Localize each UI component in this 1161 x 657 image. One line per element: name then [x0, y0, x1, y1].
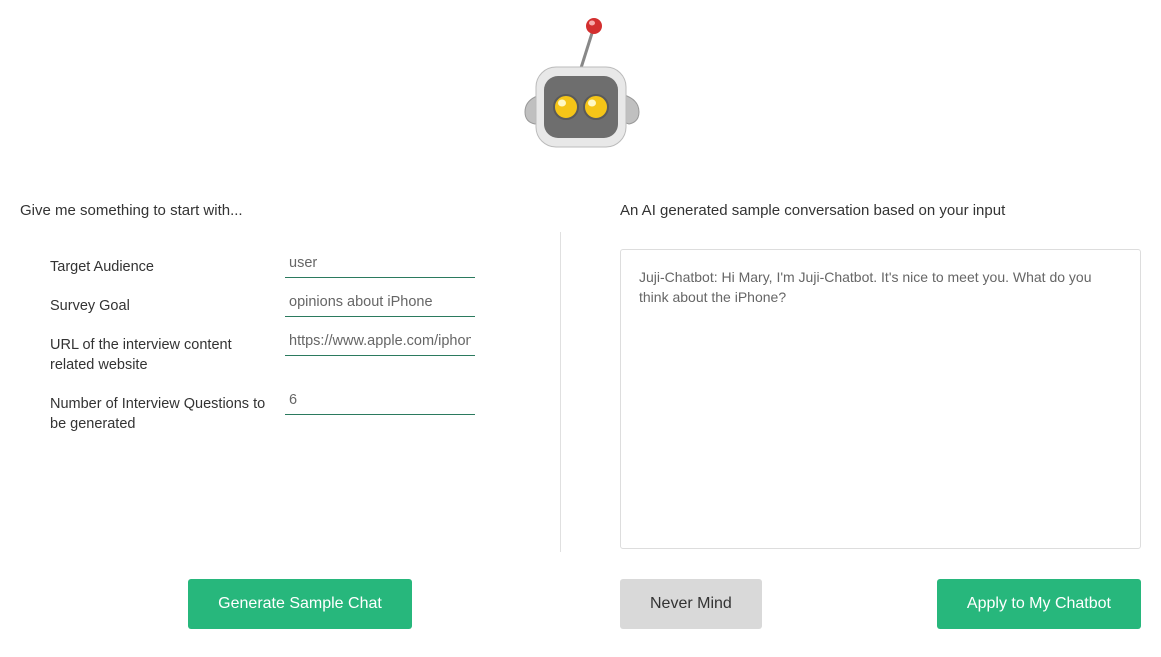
generate-sample-chat-button[interactable]: Generate Sample Chat: [188, 579, 412, 629]
field-url: URL of the interview content related web…: [20, 327, 560, 376]
panel-divider: [560, 232, 561, 552]
robot-logo-container: [0, 0, 1161, 202]
num-questions-label: Number of Interview Questions to be gene…: [50, 386, 285, 435]
button-row: Generate Sample Chat Never Mind Apply to…: [0, 579, 1161, 629]
conversation-text: Juji-Chatbot: Hi Mary, I'm Juji-Chatbot.…: [639, 268, 1122, 307]
input-panel: Give me something to start with... Targe…: [20, 202, 580, 549]
output-panel: An AI generated sample conversation base…: [580, 202, 1141, 549]
survey-goal-input[interactable]: [285, 288, 475, 317]
robot-icon: [511, 12, 651, 172]
field-num-questions: Number of Interview Questions to be gene…: [20, 386, 560, 435]
target-audience-input[interactable]: [285, 249, 475, 278]
output-panel-title: An AI generated sample conversation base…: [620, 202, 1141, 219]
target-audience-label: Target Audience: [50, 249, 285, 277]
url-input[interactable]: [285, 327, 475, 356]
num-questions-input[interactable]: [285, 386, 475, 415]
url-label: URL of the interview content related web…: [50, 327, 285, 376]
field-survey-goal: Survey Goal: [20, 288, 560, 317]
apply-to-my-chatbot-button[interactable]: Apply to My Chatbot: [937, 579, 1141, 629]
field-target-audience: Target Audience: [20, 249, 560, 278]
input-panel-title: Give me something to start with...: [20, 202, 560, 219]
never-mind-button[interactable]: Never Mind: [620, 579, 762, 629]
conversation-box: Juji-Chatbot: Hi Mary, I'm Juji-Chatbot.…: [620, 249, 1141, 549]
survey-goal-label: Survey Goal: [50, 288, 285, 316]
